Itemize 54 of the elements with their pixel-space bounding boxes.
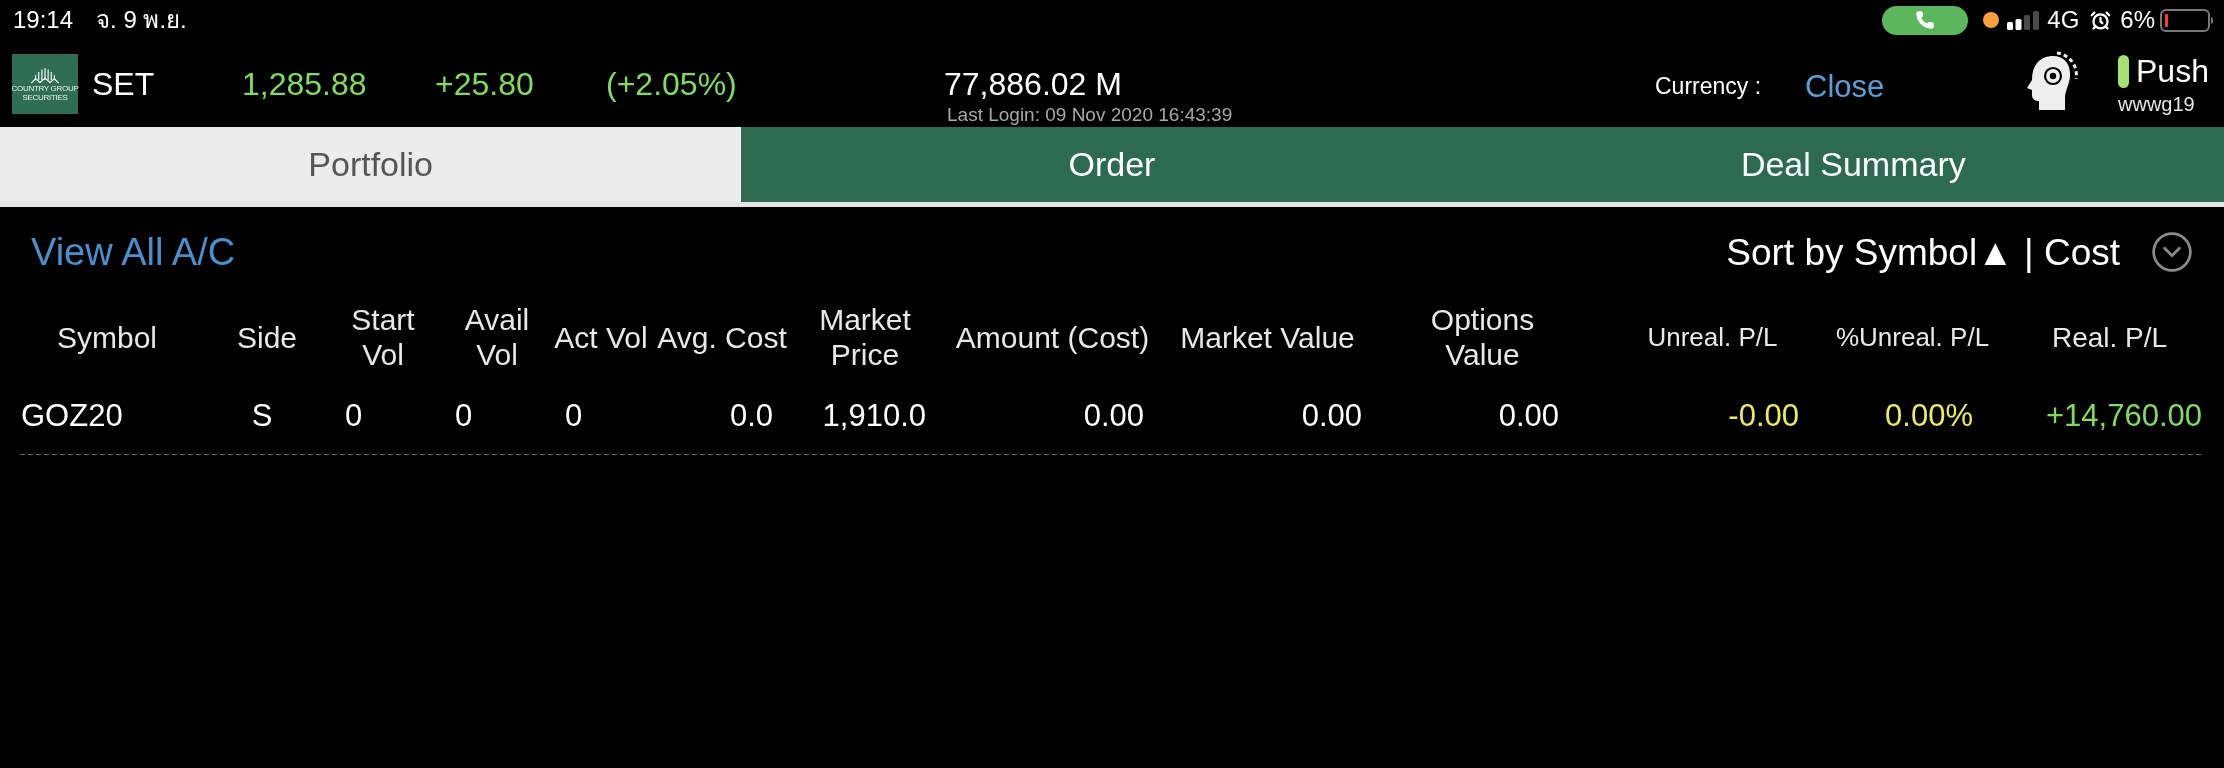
logo-text: COUNTRY GROUP xyxy=(11,83,79,93)
table-cell: 0 xyxy=(345,400,363,431)
logo-text: SECURITIES xyxy=(22,92,68,102)
network-label: 4G xyxy=(2047,8,2080,32)
tab[interactable]: Order xyxy=(741,127,1483,202)
tab[interactable]: Deal Summary xyxy=(1482,127,2224,202)
table-cell: 0.00 xyxy=(1083,400,1144,431)
table-cell: 0 xyxy=(455,400,473,431)
index-percent-change: (+2.05%) xyxy=(606,67,737,100)
signal-icon xyxy=(2007,10,2040,30)
index-value: 1,285.88 xyxy=(242,67,367,100)
username: wwwg19 xyxy=(2118,94,2195,114)
column-header: Options Value xyxy=(1430,302,1535,372)
currency-label: Currency : xyxy=(1655,75,1762,98)
index-name: SET xyxy=(92,67,155,100)
column-header: Symbol xyxy=(56,319,157,355)
status-time: 19:14 xyxy=(13,8,74,32)
column-header: Unreal. P/L xyxy=(1647,320,1778,354)
call-pill-icon[interactable] xyxy=(1882,5,1969,35)
table-cell: -0.00 xyxy=(1728,400,1799,431)
status-date: จ. 9 พ.ย. xyxy=(96,8,187,32)
column-header: %Unreal. P/L xyxy=(1835,320,1990,354)
column-header: Real. P/L xyxy=(2051,320,2168,355)
table-cell: +14,760.00 xyxy=(2046,400,2202,431)
column-header: Amount (Cost) xyxy=(955,319,1150,355)
column-header: Avail Vol xyxy=(464,302,530,372)
column-header: Side xyxy=(236,319,297,355)
currency-value-link[interactable]: Close xyxy=(1805,71,1885,102)
table-cell: 0 xyxy=(565,400,583,431)
table-cell: GOZ20 xyxy=(21,400,123,431)
table-cell: 0.0 xyxy=(729,400,773,431)
table-cell: 1,910.0 xyxy=(822,400,926,431)
sort-selector[interactable]: Sort by Symbol▲ | Cost xyxy=(1726,233,2120,271)
turnover-value: 77,886.02 M xyxy=(944,68,1122,100)
column-header: Start Vol xyxy=(351,302,415,372)
column-header: Act Vol xyxy=(554,319,648,355)
battery-percent: 6% xyxy=(2120,8,2155,32)
last-login-text: Last Login: 09 Nov 2020 16:43:39 xyxy=(947,104,1233,126)
table-cell: 0.00% xyxy=(1885,400,1973,431)
index-change: +25.80 xyxy=(435,67,534,100)
tab[interactable]: Portfolio xyxy=(0,127,742,202)
head-target-icon xyxy=(2026,51,2078,110)
column-header: Market Price xyxy=(819,302,911,372)
dropdown-chevron-icon[interactable] xyxy=(2150,230,2194,274)
alarm-clock-icon xyxy=(2090,9,2112,31)
column-header: Avg. Cost xyxy=(657,319,787,355)
push-button[interactable]: Push xyxy=(2136,53,2209,89)
column-header: Market Value xyxy=(1180,319,1355,355)
table-cell: 0.00 xyxy=(1498,400,1559,431)
table-cell: 0.00 xyxy=(1301,400,1362,431)
building-logo-icon xyxy=(30,65,60,84)
battery-icon xyxy=(2160,8,2215,32)
view-all-accounts-link[interactable]: View All A/C xyxy=(31,233,236,271)
table-cell: S xyxy=(251,400,273,431)
